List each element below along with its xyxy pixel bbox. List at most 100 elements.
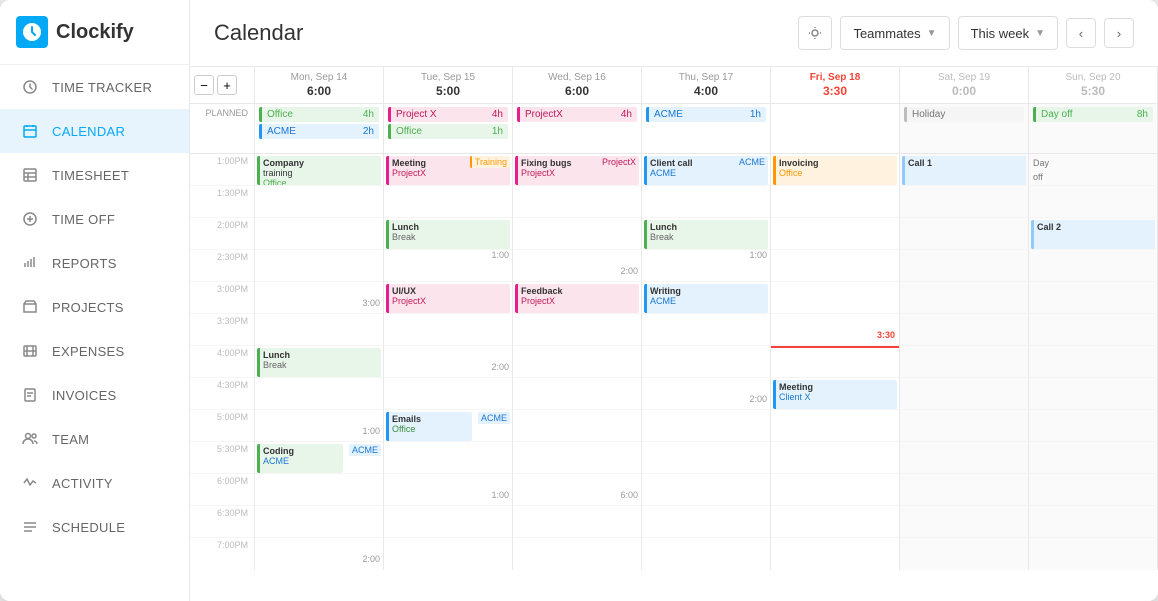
event-feedback[interactable]: Feedback ProjectX [515,284,639,313]
cell-fri-230pm[interactable] [771,250,900,282]
cell-thu-6pm[interactable] [642,474,771,506]
acme-badge-thu: ACME [736,156,768,168]
cell-mon-2pm[interactable] [255,218,384,250]
cell-fri-7pm[interactable] [771,538,900,570]
cell-wed-7pm[interactable] [513,538,642,570]
cell-wed-5pm[interactable] [513,410,642,442]
cell-thu-130pm[interactable] [642,186,771,218]
cell-thu-430pm[interactable]: 2:00 [642,378,771,410]
cell-mon-130pm[interactable] [255,186,384,218]
cell-thu-4pm[interactable] [642,346,771,378]
sidebar-item-activity[interactable]: ACTIVITY [0,461,189,505]
sidebar-item-invoices[interactable]: INVOICES [0,373,189,417]
cell-thu-530pm[interactable] [642,442,771,474]
cell-fri-2pm[interactable] [771,218,900,250]
cell-wed-430pm[interactable] [513,378,642,410]
cell-tue-330pm[interactable] [384,314,513,346]
cell-tue-530pm[interactable] [384,442,513,474]
sidebar-item-reports[interactable]: REPORTS [0,241,189,285]
event-lunch-break-mon[interactable]: Lunch Break [257,348,381,377]
sidebar-item-calendar[interactable]: CALENDAR [0,109,189,153]
event-invoicing[interactable]: Invoicing Office [773,156,897,185]
cell-fri-130pm[interactable] [771,186,900,218]
cell-wed-4pm[interactable] [513,346,642,378]
sidebar-item-time-tracker[interactable]: TIME TRACKER [0,65,189,109]
cell-wed-530pm[interactable] [513,442,642,474]
cell-tue-630pm[interactable] [384,506,513,538]
event-coding[interactable]: Coding ACME [257,444,343,473]
cell-fri-4pm[interactable] [771,346,900,378]
cell-wed-630pm[interactable] [513,506,642,538]
sidebar-item-expenses[interactable]: EXPENSES [0,329,189,373]
cell-thu-630pm[interactable] [642,506,771,538]
sidebar-item-projects[interactable]: PROJECTS [0,285,189,329]
event-call1[interactable]: Call 1 [902,156,1026,185]
teammates-dropdown[interactable]: Teammates ▼ [840,16,949,50]
cell-tue-6pm[interactable]: 1:00 [384,474,513,506]
cell-mon-430pm[interactable] [255,378,384,410]
cell-mon-630pm[interactable] [255,506,384,538]
collapse-button[interactable]: − [194,75,214,95]
event-lunch-break-tue[interactable]: Lunch Break [386,220,510,249]
cell-wed-330pm[interactable] [513,314,642,346]
event-company-training[interactable]: Company training Office [257,156,381,185]
cell-mon-530pm[interactable]: Coding ACME ACME [255,442,384,474]
event-uiux[interactable]: UI/UX ProjectX [386,284,510,313]
event-writing[interactable]: Writing ACME [644,284,768,313]
event-lunch-break-thu[interactable]: Lunch Break [644,220,768,249]
cell-tue-430pm[interactable] [384,378,513,410]
acme-badge-mon530: ACME [349,444,381,456]
sidebar-item-team[interactable]: TEAM [0,417,189,461]
cell-thu-2pm[interactable]: Lunch Break [642,218,771,250]
cell-fri-3pm[interactable] [771,282,900,314]
cell-mon-3pm[interactable]: 3:00 [255,282,384,314]
cell-wed-1pm[interactable]: Fixing bugs ProjectX ProjectX [513,154,642,186]
cell-fri-430pm[interactable]: Meeting Client X ▷ [771,378,900,410]
event-call2[interactable]: Call 2 [1031,220,1155,249]
cell-wed-230pm[interactable]: 2:00 [513,250,642,282]
cell-mon-1pm[interactable]: Company training Office [255,154,384,186]
cell-mon-4pm[interactable]: Lunch Break [255,346,384,378]
filter-button[interactable] [798,16,832,50]
cell-mon-5pm[interactable]: 1:00 [255,410,384,442]
cell-mon-6pm[interactable] [255,474,384,506]
cell-thu-330pm[interactable] [642,314,771,346]
logo-text: Clockify [56,21,134,44]
cell-mon-7pm[interactable]: 2:00 [255,538,384,570]
event-meeting-client-x[interactable]: Meeting Client X ▷ [773,380,897,409]
cell-mon-330pm[interactable] [255,314,384,346]
cell-fri-6pm[interactable] [771,474,900,506]
cell-tue-4pm[interactable]: 2:00 [384,346,513,378]
cell-tue-5pm[interactable]: Emails Office ACME [384,410,513,442]
cell-wed-3pm[interactable]: Feedback ProjectX [513,282,642,314]
cell-tue-2pm[interactable]: Lunch Break [384,218,513,250]
cell-wed-6pm[interactable]: 6:00 [513,474,642,506]
cell-fri-5pm[interactable] [771,410,900,442]
cell-tue-1pm[interactable]: Meeting ProjectX Training [384,154,513,186]
sidebar-item-schedule[interactable]: SCHEDULE [0,505,189,549]
cell-fri-330pm[interactable]: 3:30 [771,314,900,346]
sidebar-item-time-off[interactable]: TIME OFF [0,197,189,241]
event-emails[interactable]: Emails Office [386,412,472,441]
cell-fri-1pm[interactable]: Invoicing Office [771,154,900,186]
cell-thu-3pm[interactable]: Writing ACME [642,282,771,314]
cell-tue-7pm[interactable] [384,538,513,570]
this-week-dropdown[interactable]: This week ▼ [958,16,1058,50]
next-week-button[interactable]: › [1104,18,1134,48]
cell-fri-530pm[interactable] [771,442,900,474]
cell-thu-7pm[interactable] [642,538,771,570]
cell-thu-230pm[interactable]: 1:00 [642,250,771,282]
cell-thu-5pm[interactable] [642,410,771,442]
cell-thu-1pm[interactable]: Client call ACME ACME [642,154,771,186]
cell-tue-3pm[interactable]: UI/UX ProjectX [384,282,513,314]
cell-fri-630pm[interactable] [771,506,900,538]
prev-week-button[interactable]: ‹ [1066,18,1096,48]
cell-wed-2pm[interactable] [513,218,642,250]
expand-button[interactable]: + [217,75,237,95]
sidebar-item-timesheet[interactable]: TIMESHEET [0,153,189,197]
cell-tue-230pm[interactable]: 1:00 [384,250,513,282]
cell-wed-130pm[interactable] [513,186,642,218]
calendar-view[interactable]: − + Mon, Sep 14 6:00 Tue, Sep 15 5:00 We… [190,67,1158,601]
cell-mon-230pm[interactable] [255,250,384,282]
cell-tue-130pm[interactable] [384,186,513,218]
